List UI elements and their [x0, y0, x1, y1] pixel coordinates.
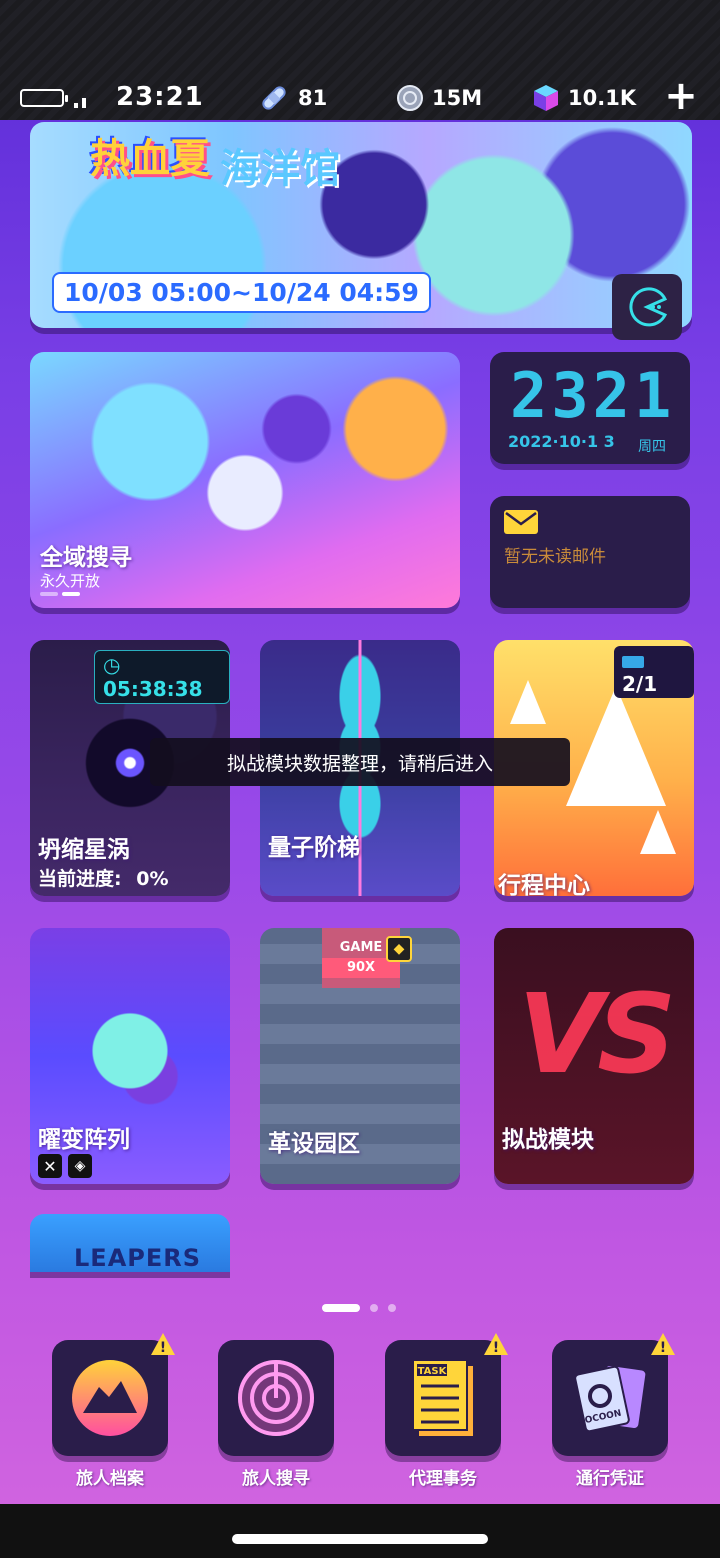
clock-date: 2022·10·1 3 [508, 432, 615, 451]
signal-icon [74, 96, 94, 108]
vs-title: 拟战模块 [502, 1127, 594, 1153]
clock-widget: 2321 2022·10·1 3 周四 [490, 352, 690, 464]
global-search-subtitle: 永久开放 [40, 572, 101, 590]
vs-art: VS [518, 970, 676, 1098]
battle-module-tile[interactable]: VS 拟战模块 [494, 928, 694, 1184]
park-title: 革设园区 [268, 1131, 360, 1157]
ship-small-icon [640, 810, 676, 854]
coin-icon [397, 85, 423, 111]
task-list-icon: TASK ! [385, 1333, 508, 1456]
array-title: 曜变阵列 [38, 1127, 130, 1153]
clock-icon: ◷ [103, 653, 121, 677]
clock-digits: 2321 [510, 359, 676, 432]
itinerary-title: 行程中心 [498, 873, 590, 896]
alert-badge-icon: ! [150, 1332, 176, 1356]
upgrade-badge-icon: ◆ [386, 936, 412, 962]
battery-icon [20, 89, 68, 107]
stamina-value: 81 [298, 86, 328, 110]
mail-icon [504, 510, 538, 534]
alert-badge-icon: ! [483, 1332, 509, 1356]
svg-text:!: ! [660, 1340, 666, 1356]
banner-title-right: 海洋馆 [220, 146, 340, 192]
gem-value: 10.1K [568, 86, 637, 110]
vortex-title: 坍缩星涡 [38, 837, 130, 863]
dock-pass-certificate[interactable]: COCOON ! 通行凭证 [552, 1333, 675, 1489]
leapers-tile[interactable]: LEAPERS [30, 1214, 230, 1272]
status-time: 23:21 [116, 82, 204, 112]
page-dot-active [322, 1304, 360, 1312]
page-indicator [322, 1304, 396, 1312]
alert-badge-icon: ! [650, 1332, 676, 1356]
global-search-card[interactable]: 全域搜寻 永久开放 [30, 352, 460, 608]
yaobian-array-tile[interactable]: 曜变阵列 ✕ ◈ [30, 928, 230, 1184]
pacman-icon [629, 287, 668, 327]
clock-weekday: 周四 [638, 439, 666, 455]
gem-counter[interactable]: 10.1K [532, 82, 636, 114]
dock-agency-affairs[interactable]: TASK ! 代理事务 [385, 1333, 508, 1489]
mail-status-text: 暂无未读邮件 [504, 547, 606, 567]
vortex-timer: ◷ 05:38:38 [94, 650, 230, 704]
banner-date-range: 10/03 05:00~10/24 04:59 [52, 272, 431, 313]
shield-badge-icon: ◈ [68, 1154, 92, 1178]
task-art-text: TASK [418, 1366, 448, 1377]
ladder-title: 量子阶梯 [268, 835, 360, 861]
dock-traveler-search[interactable]: 旅人搜寻 [218, 1340, 334, 1489]
leapers-title: LEAPERS [74, 1244, 202, 1272]
event-banner[interactable]: 热血夏 海洋馆 10/03 05:00~10/24 04:59 [30, 122, 692, 328]
mail-widget[interactable]: 暂无未读邮件 [490, 496, 690, 608]
carousel-indicator [40, 592, 80, 596]
vortex-progress-value: 0% [136, 868, 169, 890]
array-badges: ✕ ◈ [38, 1154, 92, 1178]
toast-message: 拟战模块数据整理，请稍后进入 [150, 738, 570, 786]
vortex-progress-label: 当前进度: [38, 868, 122, 890]
coin-value: 15M [432, 86, 483, 110]
leaper-archives-icon: ! [52, 1333, 175, 1456]
svg-text:!: ! [493, 1340, 499, 1356]
vortex-progress: 当前进度: 0% [38, 864, 169, 891]
dock-label: 通行凭证 [576, 1469, 644, 1489]
dock-label: 旅人搜寻 [242, 1469, 310, 1489]
radar-icon [218, 1340, 334, 1456]
pacman-button[interactable] [612, 274, 682, 340]
vortex-timer-value: 05:38:38 [103, 677, 203, 701]
global-search-title: 全域搜寻 [40, 545, 132, 571]
itinerary-counter-value: 2/1 [622, 672, 658, 696]
dock-traveler-archives[interactable]: ! 旅人档案 [52, 1333, 175, 1489]
ticket-icon [622, 655, 644, 668]
coin-counter[interactable]: 15M [396, 82, 482, 114]
itinerary-counter: 2/1 [614, 646, 694, 698]
page-dot [370, 1304, 378, 1312]
bottom-bar [0, 1504, 720, 1558]
ship-icon [566, 686, 666, 806]
cocoon-card-icon: COCOON ! [552, 1333, 675, 1456]
add-currency-button[interactable]: + [664, 76, 698, 116]
svg-text:!: ! [160, 1340, 166, 1356]
dock-label: 旅人档案 [76, 1469, 144, 1489]
dock-label: 代理事务 [409, 1469, 477, 1489]
banner-title-left: 热血夏 [90, 136, 210, 182]
ship-small-icon [510, 680, 546, 724]
bandage-icon [262, 86, 286, 110]
crossed-swords-icon: ✕ [38, 1154, 62, 1178]
page-dot [388, 1304, 396, 1312]
innovation-park-tile[interactable]: GAME 90X ◆ 革设园区 [260, 928, 460, 1184]
stamina-counter[interactable]: 81 [258, 82, 327, 114]
gem-cube-icon [534, 85, 558, 111]
home-indicator[interactable] [232, 1534, 488, 1544]
